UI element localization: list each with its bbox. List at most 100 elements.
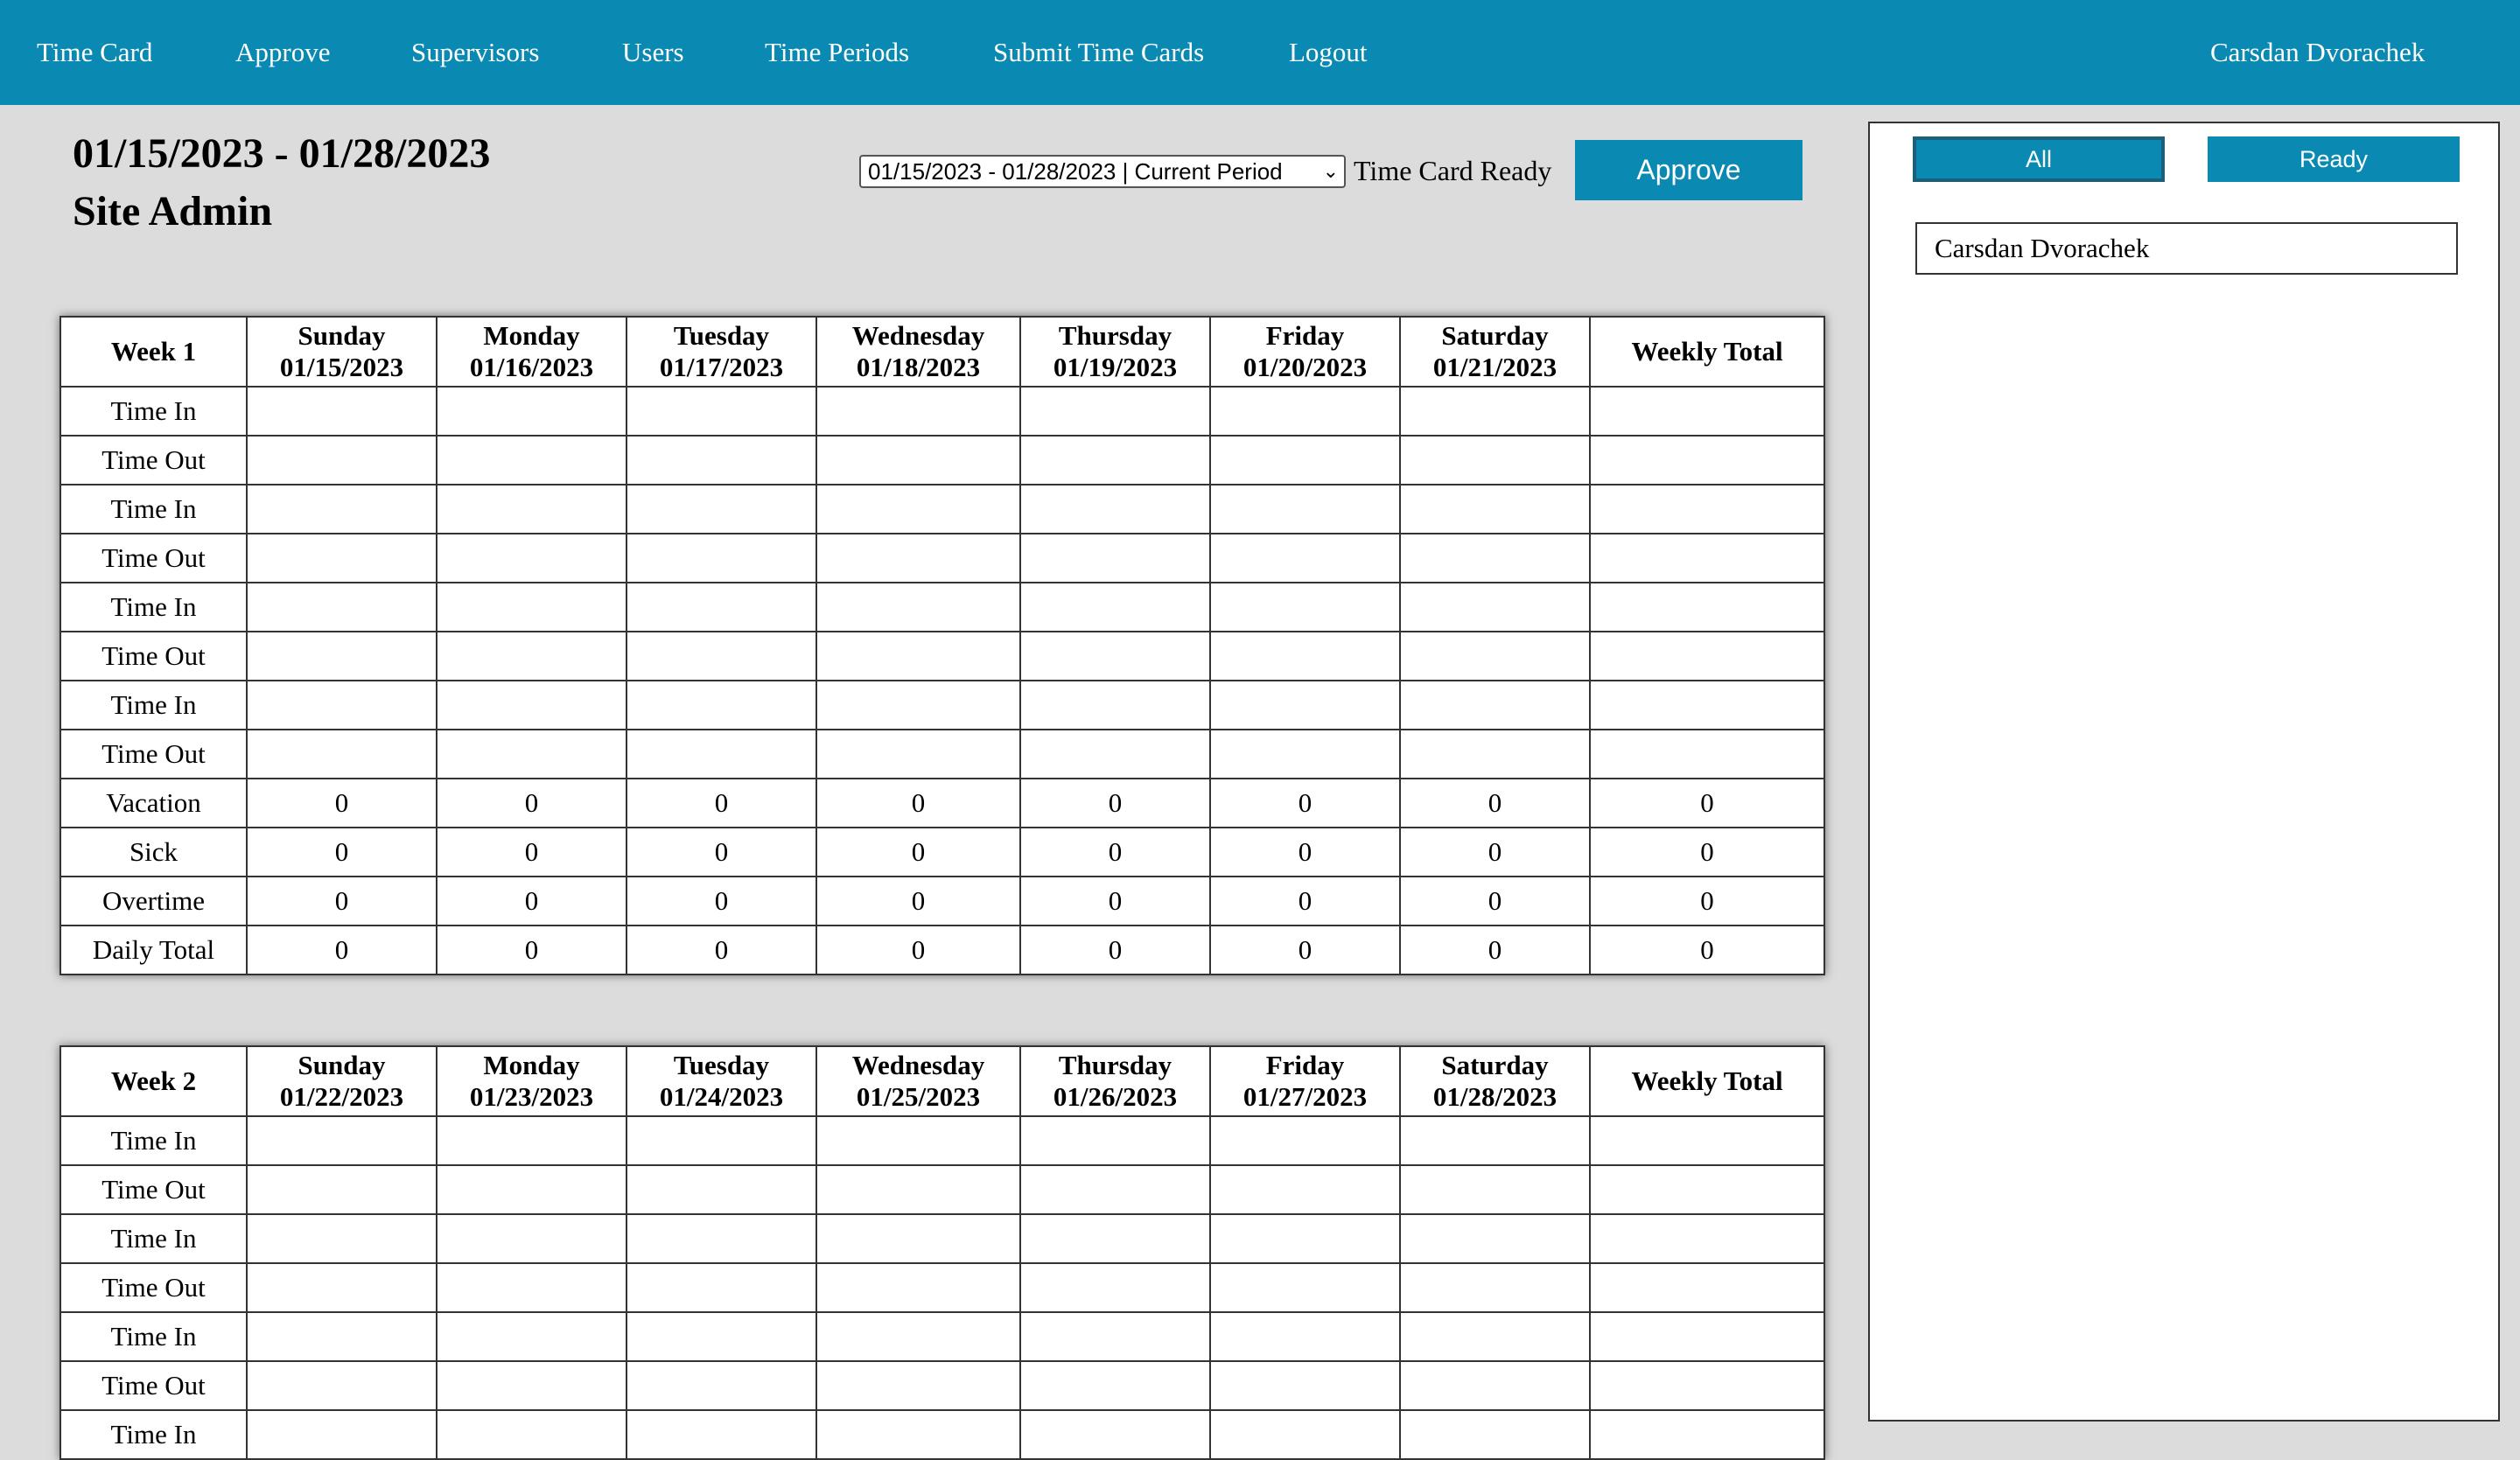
time-cell[interactable] [626, 680, 817, 730]
user-list-item[interactable]: Carsdan Dvorachek [1915, 222, 2458, 275]
time-cell[interactable]: 0 [436, 925, 627, 975]
time-cell[interactable] [626, 1164, 817, 1215]
time-cell[interactable]: 0 [1399, 876, 1591, 926]
time-cell[interactable] [816, 1164, 1021, 1215]
time-cell[interactable] [626, 1115, 817, 1166]
time-cell[interactable] [1399, 582, 1591, 632]
time-cell[interactable] [246, 1262, 438, 1313]
time-cell[interactable] [1019, 631, 1211, 681]
nav-supervisors[interactable]: Supervisors [411, 0, 539, 105]
time-cell[interactable] [246, 533, 438, 583]
time-cell[interactable]: 0 [626, 827, 817, 877]
time-cell[interactable] [816, 1115, 1021, 1166]
time-cell[interactable] [1019, 435, 1211, 486]
time-cell[interactable]: 0 [1209, 876, 1401, 926]
time-cell[interactable] [1399, 1213, 1591, 1264]
time-cell[interactable] [1209, 1115, 1401, 1166]
time-cell[interactable] [246, 386, 438, 437]
time-cell[interactable] [1019, 729, 1211, 779]
time-cell[interactable] [626, 631, 817, 681]
time-cell[interactable] [246, 484, 438, 534]
time-cell[interactable] [1209, 386, 1401, 437]
time-cell[interactable] [1019, 386, 1211, 437]
time-cell[interactable] [816, 1409, 1021, 1460]
time-cell[interactable] [246, 631, 438, 681]
time-cell[interactable] [816, 533, 1021, 583]
time-cell[interactable]: 0 [436, 778, 627, 828]
time-cell[interactable] [436, 484, 627, 534]
time-cell[interactable] [816, 582, 1021, 632]
time-cell[interactable] [1399, 1311, 1591, 1362]
time-cell[interactable]: 0 [1019, 827, 1211, 877]
time-cell[interactable] [1209, 1164, 1401, 1215]
approve-button[interactable]: Approve [1575, 140, 1802, 200]
time-cell[interactable]: 0 [246, 925, 438, 975]
time-cell[interactable] [436, 729, 627, 779]
time-cell[interactable] [246, 1409, 438, 1460]
time-cell[interactable] [816, 484, 1021, 534]
time-cell[interactable] [1209, 729, 1401, 779]
time-cell[interactable] [1399, 1164, 1591, 1215]
time-cell[interactable] [626, 1409, 817, 1460]
time-cell[interactable]: 0 [1019, 876, 1211, 926]
time-cell[interactable] [1209, 1262, 1401, 1313]
time-cell[interactable] [626, 1262, 817, 1313]
time-cell[interactable] [626, 484, 817, 534]
time-cell[interactable] [436, 386, 627, 437]
time-cell[interactable] [246, 1360, 438, 1411]
time-cell[interactable]: 0 [816, 778, 1021, 828]
time-cell[interactable] [626, 1213, 817, 1264]
time-cell[interactable] [816, 386, 1021, 437]
time-cell[interactable] [1209, 435, 1401, 486]
time-cell[interactable] [1399, 533, 1591, 583]
time-cell[interactable] [1209, 1311, 1401, 1362]
time-cell[interactable] [1399, 1360, 1591, 1411]
time-cell[interactable] [626, 386, 817, 437]
time-cell[interactable] [1209, 1409, 1401, 1460]
time-cell[interactable]: 0 [246, 876, 438, 926]
time-cell[interactable] [1019, 1213, 1211, 1264]
time-cell[interactable] [1019, 484, 1211, 534]
time-cell[interactable]: 0 [436, 827, 627, 877]
time-cell[interactable] [1019, 533, 1211, 583]
time-cell[interactable] [436, 1360, 627, 1411]
time-cell[interactable] [1399, 386, 1591, 437]
time-cell[interactable] [816, 435, 1021, 486]
period-select[interactable]: 01/15/2023 - 01/28/2023 | Current Period… [859, 155, 1346, 188]
time-cell[interactable]: 0 [1399, 925, 1591, 975]
time-cell[interactable] [816, 1311, 1021, 1362]
time-cell[interactable] [1209, 680, 1401, 730]
time-cell[interactable] [1209, 1213, 1401, 1264]
time-cell[interactable] [1019, 1360, 1211, 1411]
time-cell[interactable] [816, 680, 1021, 730]
nav-time-periods[interactable]: Time Periods [765, 0, 909, 105]
time-cell[interactable] [436, 1164, 627, 1215]
time-cell[interactable]: 0 [1019, 925, 1211, 975]
time-cell[interactable] [1019, 1115, 1211, 1166]
time-cell[interactable] [246, 1311, 438, 1362]
time-cell[interactable] [1019, 680, 1211, 730]
time-cell[interactable]: 0 [246, 778, 438, 828]
time-cell[interactable]: 0 [1399, 778, 1591, 828]
time-cell[interactable] [816, 1262, 1021, 1313]
time-cell[interactable] [1399, 484, 1591, 534]
time-cell[interactable] [1019, 1311, 1211, 1362]
time-cell[interactable] [626, 435, 817, 486]
time-cell[interactable] [1019, 1164, 1211, 1215]
time-cell[interactable] [1209, 484, 1401, 534]
time-cell[interactable] [1019, 1409, 1211, 1460]
time-cell[interactable] [1209, 582, 1401, 632]
time-cell[interactable] [436, 1213, 627, 1264]
time-cell[interactable]: 0 [816, 827, 1021, 877]
time-cell[interactable] [246, 582, 438, 632]
time-cell[interactable] [436, 680, 627, 730]
time-cell[interactable] [436, 582, 627, 632]
time-cell[interactable] [626, 729, 817, 779]
current-user-link[interactable]: Carsdan Dvorachek [2210, 0, 2425, 105]
nav-submit-time-cards[interactable]: Submit Time Cards [993, 0, 1204, 105]
time-cell[interactable] [436, 1409, 627, 1460]
time-cell[interactable] [436, 631, 627, 681]
time-cell[interactable]: 0 [246, 827, 438, 877]
time-cell[interactable] [246, 1115, 438, 1166]
time-cell[interactable]: 0 [1209, 827, 1401, 877]
